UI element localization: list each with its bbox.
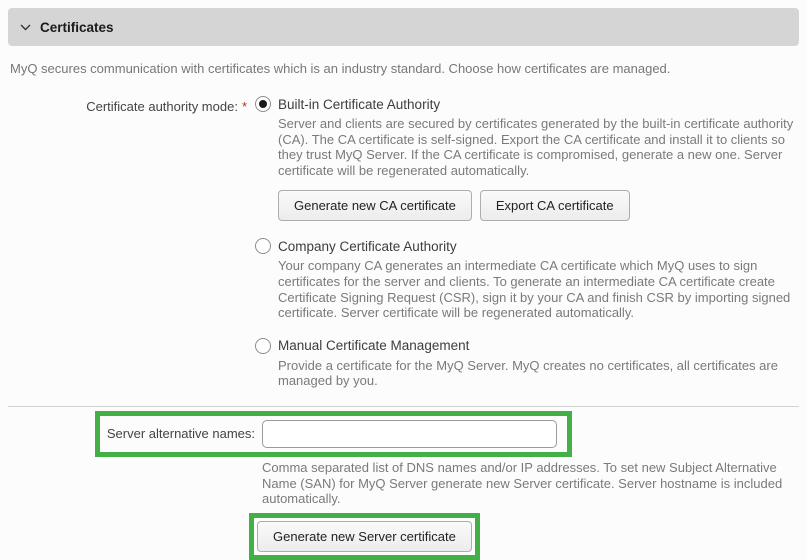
section-divider [8, 406, 799, 407]
company-ca-description: Your company CA generates an intermediat… [278, 258, 799, 320]
certificates-settings-page: Certificates MyQ secures communication w… [0, 0, 807, 539]
radio-button-icon[interactable] [255, 338, 271, 354]
built-in-ca-description: Server and clients are secured by certif… [278, 116, 799, 178]
radio-label[interactable]: Built-in Certificate Authority [278, 97, 440, 112]
required-asterisk: * [242, 99, 247, 114]
server-alternative-names-help: Comma separated list of DNS names and/or… [262, 460, 799, 507]
export-ca-certificate-button[interactable]: Export CA certificate [480, 190, 630, 221]
server-alternative-names-section: Server alternative names: Comma separate… [8, 411, 799, 560]
manual-management-description: Provide a certificate for the MyQ Server… [278, 358, 799, 389]
radio-built-in-ca[interactable]: Built-in Certificate Authority [255, 96, 799, 112]
radio-label[interactable]: Manual Certificate Management [278, 338, 469, 353]
server-alternative-names-input[interactable] [262, 420, 557, 448]
radio-manual-management[interactable]: Manual Certificate Management [255, 338, 799, 354]
certificates-section-header[interactable]: Certificates [8, 8, 799, 46]
highlight-box-generate-server: Generate new Server certificate [249, 513, 480, 560]
option-company-ca: Company Certificate Authority Your compa… [255, 238, 799, 320]
radio-button-icon[interactable] [255, 238, 271, 254]
radio-label[interactable]: Company Certificate Authority [278, 239, 457, 254]
section-title: Certificates [40, 20, 114, 35]
option-built-in-ca: Built-in Certificate Authority Server an… [255, 96, 799, 221]
ca-mode-label: Certificate authority mode:* [8, 96, 247, 389]
generate-server-certificate-button[interactable]: Generate new Server certificate [257, 521, 472, 552]
radio-company-ca[interactable]: Company Certificate Authority [255, 238, 799, 254]
generate-ca-certificate-button[interactable]: Generate new CA certificate [278, 190, 472, 221]
server-alternative-names-label: Server alternative names: [100, 426, 255, 441]
certificates-form: Certificate authority mode:* Built-in Ce… [8, 96, 799, 560]
radio-button-icon[interactable] [255, 96, 271, 112]
option-manual-management: Manual Certificate Management Provide a … [255, 338, 799, 389]
highlight-box-san: Server alternative names: [95, 411, 572, 457]
section-description: MyQ secures communication with certifica… [10, 61, 799, 76]
chevron-down-icon [20, 24, 31, 31]
